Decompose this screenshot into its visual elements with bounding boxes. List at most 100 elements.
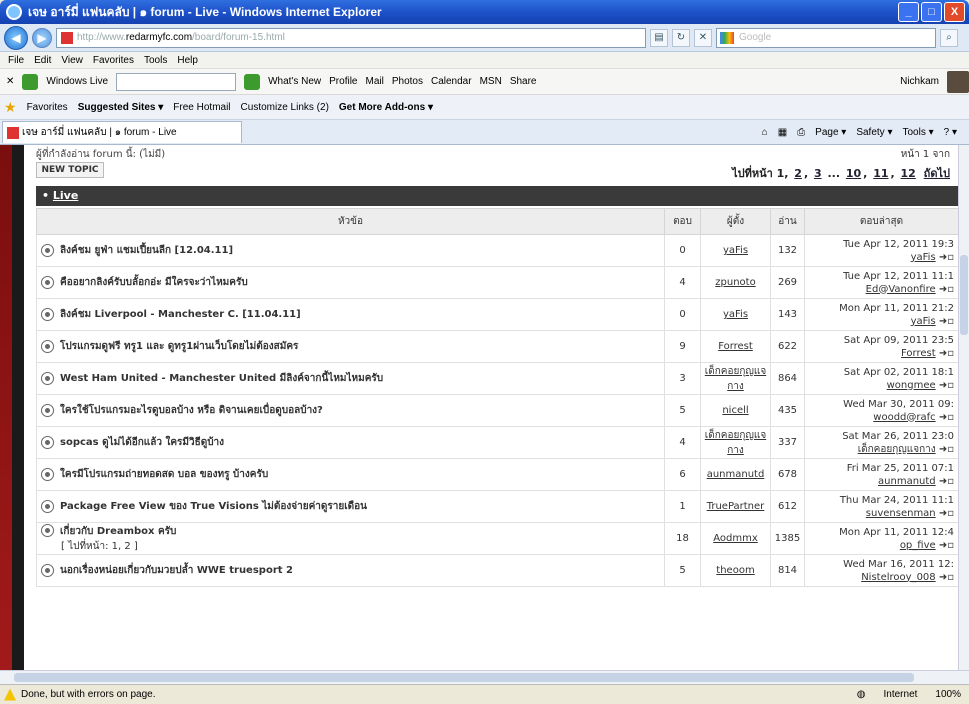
go-to-last-post-icon[interactable]: ➜▫ xyxy=(939,348,954,359)
compatibility-view-icon[interactable]: ▤ xyxy=(650,28,668,47)
horizontal-scrollbar[interactable] xyxy=(0,670,969,684)
last-post-author-link[interactable]: suvensenman xyxy=(866,508,936,519)
last-post-author-link[interactable]: wongmee xyxy=(887,380,936,391)
live-search-go-icon[interactable] xyxy=(244,73,261,90)
topic-author-link[interactable]: Aodmmx xyxy=(700,522,771,555)
menu-favorites[interactable]: Favorites xyxy=(93,55,134,66)
favorites-button[interactable]: Favorites xyxy=(27,102,68,113)
category-link[interactable]: Live xyxy=(53,189,78,202)
menu-edit[interactable]: Edit xyxy=(34,55,51,66)
topic-author-link[interactable]: aunmanutd xyxy=(700,458,771,491)
topic-title-link[interactable]: ใครมีโปรแกรมถ่ายทอดสด บอล ของทรู บ้างครั… xyxy=(60,469,268,480)
next-page-link[interactable]: ถัดไป xyxy=(924,167,950,180)
print-icon[interactable]: ⎙ xyxy=(797,127,805,138)
last-post-author-link[interactable]: woodd@rafc xyxy=(873,412,935,423)
topic-title-link[interactable]: เกี่ยวกับ Dreambox ครับ xyxy=(60,526,176,537)
vertical-scrollbar[interactable] xyxy=(958,145,969,670)
go-to-last-post-icon[interactable]: ➜▫ xyxy=(939,444,954,455)
topic-title-link[interactable]: ลิงค์ชม Liverpool - Manchester C. [11.04… xyxy=(60,309,301,320)
page-3-link[interactable]: 3 xyxy=(814,167,822,180)
search-icon[interactable]: ⌕ xyxy=(940,28,958,47)
menu-help[interactable]: Help xyxy=(177,55,198,66)
cmd-tools[interactable]: Tools ▾ xyxy=(902,127,933,138)
last-post-author-link[interactable]: Ed@Vanonfire xyxy=(866,284,936,295)
last-post-author-link[interactable]: Nistelrooy_008 xyxy=(861,572,935,583)
warning-icon[interactable] xyxy=(4,688,16,701)
home-icon[interactable]: ⌂ xyxy=(762,127,768,138)
go-to-last-post-icon[interactable]: ➜▫ xyxy=(939,316,954,327)
page-10-link[interactable]: 10 xyxy=(846,167,861,180)
last-post-author-link[interactable]: yaFis xyxy=(911,252,936,263)
topic-title-link[interactable]: ใครใช้โปรแกรมอะไรดูบอลบ้าง หรือ ดิจานเคย… xyxy=(60,405,323,416)
stop-icon[interactable]: ✕ xyxy=(694,28,712,47)
menu-tools[interactable]: Tools xyxy=(144,55,167,66)
windows-live-brand[interactable]: Windows Live xyxy=(46,76,108,87)
zoom-level[interactable]: 100% xyxy=(935,689,961,700)
wl-link-mail[interactable]: Mail xyxy=(366,76,384,87)
cmd-help[interactable]: ? ▾ xyxy=(944,127,957,138)
search-input[interactable]: Google xyxy=(716,27,936,48)
go-to-last-post-icon[interactable]: ➜▫ xyxy=(939,572,954,583)
refresh-icon[interactable]: ↻ xyxy=(672,28,690,47)
favorites-star-icon[interactable]: ★ xyxy=(4,99,17,116)
wl-user-name[interactable]: Nichkam xyxy=(900,76,939,87)
menu-file[interactable]: File xyxy=(8,55,24,66)
last-post-author-link[interactable]: เด็กคอยกุญแจกาง xyxy=(858,444,936,455)
vertical-scroll-thumb[interactable] xyxy=(960,255,968,335)
last-post-author-link[interactable]: op_five xyxy=(900,540,936,551)
last-post-author-link[interactable]: Forrest xyxy=(901,348,936,359)
last-post-author-link[interactable]: aunmanutd xyxy=(878,476,936,487)
topic-author-link[interactable]: zpunoto xyxy=(700,266,771,299)
topic-title-link[interactable]: ลิงค์ชม ยูฟ่า แชมเปี้ยนลีก [12.04.11] xyxy=(60,245,233,256)
maximize-button[interactable]: □ xyxy=(921,2,942,22)
topic-subpages[interactable]: [ ไปที่หน้า: 1, 2 ] xyxy=(61,541,138,552)
topic-title-link[interactable]: sopcas ดูไม่ได้อีกแล้ว ใครมีวิธีดูบ้าง xyxy=(60,437,224,448)
wl-link-profile[interactable]: Profile xyxy=(329,76,357,87)
fav-customize-links[interactable]: Customize Links (2) xyxy=(241,102,329,113)
go-to-last-post-icon[interactable]: ➜▫ xyxy=(939,540,954,551)
wl-link-photos[interactable]: Photos xyxy=(392,76,423,87)
menu-view[interactable]: View xyxy=(61,55,83,66)
topic-author-link[interactable]: yaFis xyxy=(700,234,771,267)
page-12-link[interactable]: 12 xyxy=(901,167,916,180)
fav-get-more-addons[interactable]: Get More Add-ons ▾ xyxy=(339,102,433,113)
fav-free-hotmail[interactable]: Free Hotmail xyxy=(173,102,230,113)
horizontal-scroll-thumb[interactable] xyxy=(14,673,914,682)
live-search-input[interactable] xyxy=(116,72,237,91)
go-to-last-post-icon[interactable]: ➜▫ xyxy=(939,252,954,263)
topic-author-link[interactable]: เด็กคอยกุญแจกาง xyxy=(700,362,771,395)
page-2-link[interactable]: 2 xyxy=(794,167,802,180)
topic-author-link[interactable]: theoom xyxy=(700,554,771,587)
close-toolbar-icon[interactable]: ✕ xyxy=(6,76,14,87)
wl-link-calendar[interactable]: Calendar xyxy=(431,76,472,87)
topic-title-link[interactable]: Package Free View ของ True Visions ไม่ต้… xyxy=(60,501,367,512)
topic-author-link[interactable]: yaFis xyxy=(700,298,771,331)
topic-title-link[interactable]: โปรแกรมดูฟรี ทรู1 และ ดูทรู1ผ่านเว็บโดยไ… xyxy=(60,341,298,352)
go-to-last-post-icon[interactable]: ➜▫ xyxy=(939,476,954,487)
new-topic-button[interactable]: NEW TOPIC xyxy=(36,162,104,178)
wl-link-msn[interactable]: MSN xyxy=(480,76,502,87)
topic-title-link[interactable]: นอกเรื่องหน่อยเกี่ยวกับมวยปล้ำ WWE trues… xyxy=(60,565,293,576)
wl-link-share[interactable]: Share xyxy=(510,76,537,87)
topic-author-link[interactable]: Forrest xyxy=(700,330,771,363)
forward-button[interactable]: ▶ xyxy=(32,27,52,48)
avatar[interactable] xyxy=(947,70,969,93)
last-post-author-link[interactable]: yaFis xyxy=(911,316,936,327)
close-button[interactable]: X xyxy=(944,2,965,22)
topic-title-link[interactable]: คืออยากลิงค์รับบลั้อกอ่ะ มีใครจะว่าไหมคร… xyxy=(60,277,248,288)
go-to-last-post-icon[interactable]: ➜▫ xyxy=(939,508,954,519)
back-button[interactable]: ◀ xyxy=(4,25,28,50)
go-to-last-post-icon[interactable]: ➜▫ xyxy=(939,412,954,423)
tab-forum[interactable]: เจษ อาร์มี่ แฟนคลับ | ๑ forum - Live xyxy=(2,121,242,143)
minimize-button[interactable]: _ xyxy=(898,2,919,22)
topic-author-link[interactable]: nicell xyxy=(700,394,771,427)
go-to-last-post-icon[interactable]: ➜▫ xyxy=(939,380,954,391)
address-field[interactable]: http://www. redarmyfc.com/board/forum-15.… xyxy=(56,27,646,48)
topic-author-link[interactable]: เด็กคอยกุญแจกาง xyxy=(700,426,771,459)
topic-author-link[interactable]: TruePartner xyxy=(700,490,771,523)
page-11-link[interactable]: 11 xyxy=(873,167,888,180)
go-to-last-post-icon[interactable]: ➜▫ xyxy=(939,284,954,295)
cmd-safety[interactable]: Safety ▾ xyxy=(856,127,892,138)
wl-link-whats-new[interactable]: What's New xyxy=(268,76,321,87)
feeds-icon[interactable]: ▦ xyxy=(778,127,787,138)
